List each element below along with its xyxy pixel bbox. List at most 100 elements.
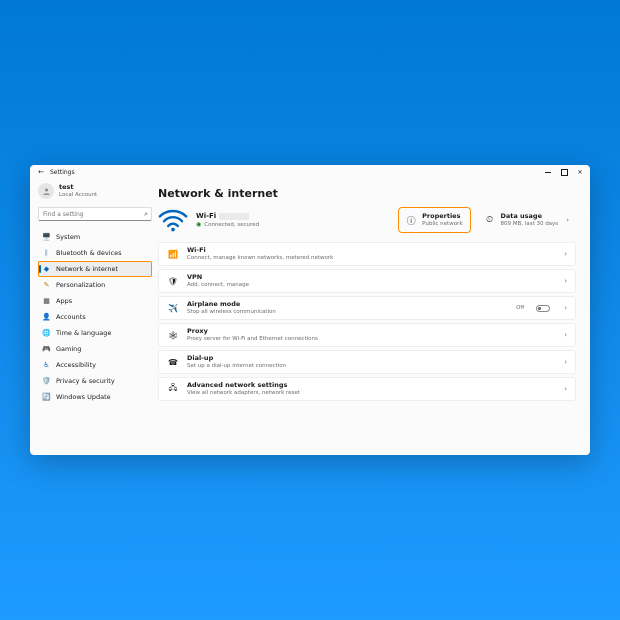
settings-rows: 📶 Wi-FiConnect, manage known networks, me… (158, 242, 576, 401)
sidebar-item-network-internet[interactable]: ◆ Network & internet (38, 261, 152, 277)
sidebar-item-apps[interactable]: ▦ Apps (38, 293, 152, 309)
sidebar-item-privacy-security[interactable]: 🛡️ Privacy & security (38, 373, 152, 389)
wifi-ssid-redacted (219, 213, 249, 220)
info-icon: ⓘ (406, 214, 416, 227)
window-title: Settings (50, 169, 75, 176)
accessibility-icon: ♿ (42, 361, 51, 369)
time-language-icon: 🌐 (42, 329, 51, 337)
sidebar: test Local Account ⌕ 🖥️ System ᛒ Bluetooth … (30, 179, 158, 455)
windows-update-icon: 🔄 (42, 393, 51, 401)
chevron-right-icon: › (564, 216, 569, 224)
connection-status: Connected, secured (204, 222, 259, 228)
search-icon: ⌕ (144, 210, 148, 219)
privacy-security-icon: 🛡️ (42, 377, 51, 385)
row-subtitle: Stop all wireless communication (187, 309, 276, 315)
accounts-icon: 👤 (42, 313, 51, 321)
advanced-network-settings-icon: 🖧 (167, 382, 179, 396)
system-icon: 🖥️ (42, 233, 51, 241)
row-subtitle: Proxy server for Wi-Fi and Ethernet conn… (187, 336, 318, 342)
airplane-mode-icon: ✈️ (167, 304, 179, 313)
row-title: Airplane mode (187, 301, 276, 308)
meter-icon: ⏲ (485, 215, 495, 225)
sidebar-item-label: Gaming (56, 345, 81, 353)
sidebar-item-accounts[interactable]: 👤 Accounts (38, 309, 152, 325)
network-internet-icon: ◆ (42, 265, 51, 273)
row-title: VPN (187, 274, 249, 281)
sidebar-nav: 🖥️ System ᛒ Bluetooth & devices ◆ Network & i… (38, 229, 152, 405)
titlebar: ← Settings ✕ (30, 165, 590, 179)
properties-subtitle: Public network (422, 221, 462, 227)
row-dial-up[interactable]: ☎ Dial-upSet up a dial-up internet connec… (158, 350, 576, 374)
personalization-icon: ✎ (42, 281, 51, 289)
settings-window: ← Settings ✕ test Local Account ⌕ (30, 165, 590, 455)
minimize-button[interactable] (540, 165, 556, 179)
sidebar-item-label: Privacy & security (56, 377, 115, 385)
window-controls: ✕ (540, 165, 588, 179)
connected-indicator-icon: ◉ (196, 221, 201, 228)
data-usage-title: Data usage (501, 213, 559, 220)
row-title: Proxy (187, 328, 318, 335)
sidebar-item-windows-update[interactable]: 🔄 Windows Update (38, 389, 152, 405)
sidebar-item-label: Apps (56, 297, 72, 305)
toggle-switch[interactable] (536, 305, 550, 312)
properties-button[interactable]: ⓘ Properties Public network (399, 208, 469, 232)
back-button[interactable]: ← (36, 168, 46, 176)
sidebar-item-accessibility[interactable]: ♿ Accessibility (38, 357, 152, 373)
sidebar-item-label: Personalization (56, 281, 105, 289)
sidebar-item-label: Network & internet (56, 265, 118, 273)
sidebar-item-label: Accounts (56, 313, 86, 321)
gaming-icon: 🎮 (42, 345, 51, 353)
row-vpn[interactable]: 🛡 VPNAdd, connect, manage › (158, 269, 576, 293)
network-hero: Wi-Fi ◉ Connected, secured ⓘ Properties … (158, 208, 576, 232)
chevron-right-icon: › (564, 385, 567, 393)
vpn-icon: 🛡 (167, 277, 179, 286)
main-content: Network & internet Wi-Fi ◉ Connected, s (158, 179, 590, 455)
account-block[interactable]: test Local Account (38, 183, 152, 199)
sidebar-item-bluetooth-devices[interactable]: ᛒ Bluetooth & devices (38, 245, 152, 261)
sidebar-item-system[interactable]: 🖥️ System (38, 229, 152, 245)
wifi-icon (158, 208, 188, 232)
row-airplane-mode[interactable]: ✈️ Airplane modeStop all wireless communi… (158, 296, 576, 320)
wi-fi-icon: 📶 (167, 250, 179, 259)
sidebar-item-personalization[interactable]: ✎ Personalization (38, 277, 152, 293)
page-heading: Network & internet (158, 187, 576, 200)
sidebar-item-label: Time & language (56, 329, 111, 337)
chevron-right-icon: › (564, 250, 567, 258)
chevron-right-icon: › (564, 331, 567, 339)
row-title: Wi-Fi (187, 247, 333, 254)
row-subtitle: Connect, manage known networks, metered … (187, 255, 333, 261)
row-title: Dial-up (187, 355, 286, 362)
sidebar-item-time-language[interactable]: 🌐 Time & language (38, 325, 152, 341)
properties-title: Properties (422, 213, 462, 220)
account-name: test (59, 184, 97, 191)
data-usage-button[interactable]: ⏲ Data usage 809 MB, last 30 days › (478, 208, 576, 232)
search-input[interactable] (38, 207, 152, 221)
proxy-icon: 🕸 (167, 331, 179, 340)
avatar (38, 183, 54, 199)
row-subtitle: View all network adapters, network reset (187, 390, 300, 396)
bluetooth-devices-icon: ᛒ (42, 249, 51, 257)
sidebar-item-gaming[interactable]: 🎮 Gaming (38, 341, 152, 357)
sidebar-item-label: System (56, 233, 80, 241)
data-usage-subtitle: 809 MB, last 30 days (501, 221, 559, 227)
chevron-right-icon: › (564, 304, 567, 312)
sidebar-item-label: Windows Update (56, 393, 111, 401)
row-state: Off (516, 305, 524, 311)
account-subtitle: Local Account (59, 192, 97, 198)
sidebar-item-label: Bluetooth & devices (56, 249, 122, 257)
apps-icon: ▦ (42, 297, 51, 305)
row-subtitle: Set up a dial-up internet connection (187, 363, 286, 369)
chevron-right-icon: › (564, 358, 567, 366)
dial-up-icon: ☎ (167, 358, 179, 367)
row-title: Advanced network settings (187, 382, 300, 389)
wifi-ssid-label: Wi-Fi (196, 212, 216, 220)
close-button[interactable]: ✕ (572, 165, 588, 179)
maximize-button[interactable] (556, 165, 572, 179)
chevron-right-icon: › (564, 277, 567, 285)
search-field[interactable]: ⌕ (38, 207, 152, 221)
row-advanced-network-settings[interactable]: 🖧 Advanced network settingsView all netwo… (158, 377, 576, 401)
row-proxy[interactable]: 🕸 ProxyProxy server for Wi-Fi and Etherne… (158, 323, 576, 347)
sidebar-item-label: Accessibility (56, 361, 96, 369)
row-subtitle: Add, connect, manage (187, 282, 249, 288)
row-wi-fi[interactable]: 📶 Wi-FiConnect, manage known networks, me… (158, 242, 576, 266)
